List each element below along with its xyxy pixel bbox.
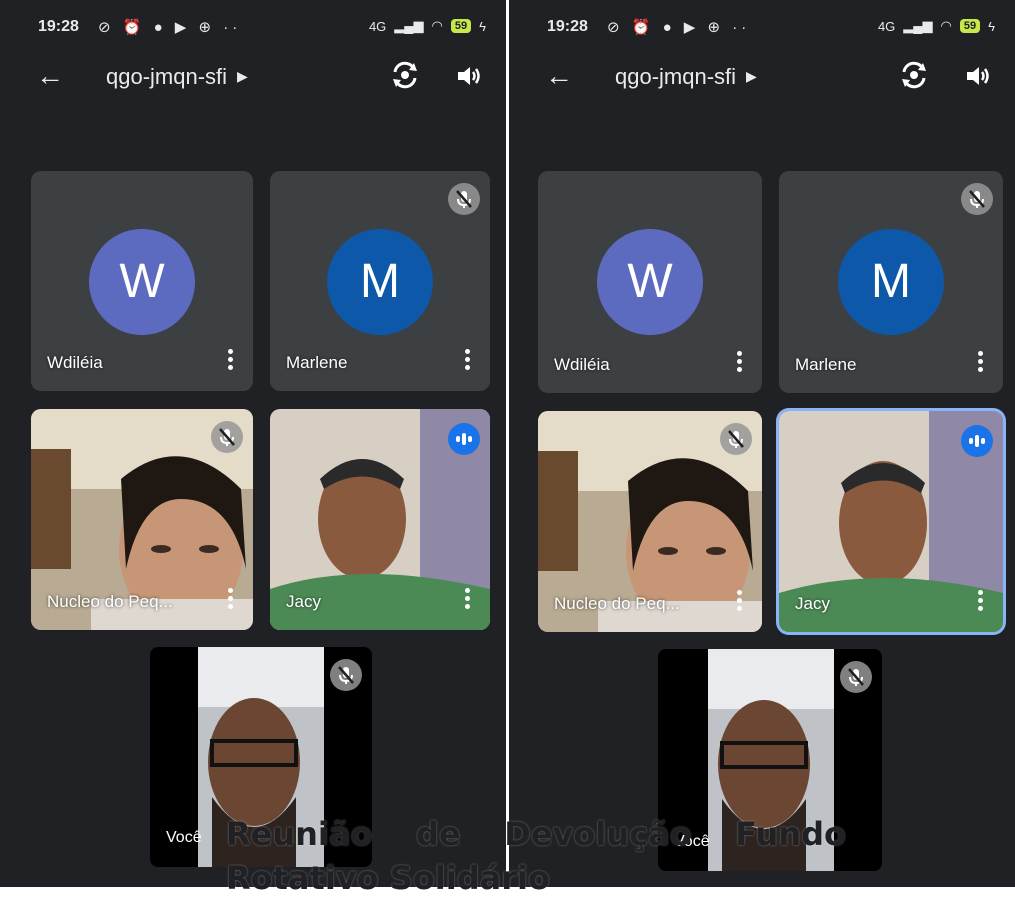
- participant-tile-jacy[interactable]: Jacy: [270, 409, 490, 630]
- participant-tile-nucleo[interactable]: Nucleo do Peq...: [31, 409, 253, 630]
- switch-camera-icon[interactable]: [390, 60, 420, 90]
- switch-camera-icon[interactable]: [899, 60, 929, 90]
- participant-name: Jacy: [286, 592, 321, 611]
- network-type: 4G: [877, 18, 896, 34]
- avatar: M: [838, 229, 944, 335]
- participant-name: Marlene: [286, 353, 348, 372]
- mic-off-icon: [720, 423, 752, 455]
- speaking-indicator-icon: [448, 423, 480, 455]
- avatar: W: [89, 229, 195, 335]
- status-right: 4G ▂▄▆ ◠ 59 ϟ: [878, 18, 995, 34]
- notification-icons: ⊘ ⏰ ● ▶ ⊕ ··: [98, 19, 242, 36]
- app-bar: ← qgo-jmqn-sfi ▶: [509, 58, 1015, 98]
- participant-name: Nucleo do Peq...: [554, 594, 680, 613]
- participant-tile-marlene[interactable]: M Marlene: [270, 171, 490, 391]
- participant-name: Marlene: [795, 355, 857, 374]
- meet-screen-left: 19:28 ⊘ ⏰ ● ▶ ⊕ ·· 4G ▂▄▆ ◠ 59 ϟ ← qgo-j…: [0, 0, 506, 887]
- caret-right-icon: ▶: [746, 68, 757, 84]
- status-bar: 19:28 ⊘ ⏰ ● ▶ ⊕ ·· 4G ▂▄▆ ◠ 59 ϟ: [0, 16, 506, 42]
- participant-tile-jacy[interactable]: Jacy: [779, 411, 1003, 632]
- meeting-title[interactable]: qgo-jmqn-sfi ▶: [615, 64, 757, 90]
- avatar: M: [327, 229, 433, 335]
- charging-icon: ϟ: [988, 18, 995, 34]
- mic-off-icon: [448, 183, 480, 215]
- mic-off-icon: [840, 661, 872, 693]
- wifi-icon: ◠: [431, 18, 443, 33]
- participant-tile-nucleo[interactable]: Nucleo do Peq...: [538, 411, 762, 632]
- speaker-icon[interactable]: [965, 64, 991, 88]
- more-options-icon[interactable]: [736, 351, 742, 373]
- back-arrow-icon[interactable]: ←: [545, 62, 573, 90]
- battery-icon: 59: [959, 19, 981, 33]
- mic-off-icon: [330, 659, 362, 691]
- charging-icon: ϟ: [479, 18, 486, 34]
- mic-off-icon: [961, 183, 993, 215]
- status-time: 19:28: [547, 18, 588, 35]
- participant-tile-marlene[interactable]: M Marlene: [779, 171, 1003, 393]
- participant-name: Wdiléia: [554, 355, 610, 374]
- wifi-icon: ◠: [940, 18, 952, 33]
- more-options-icon[interactable]: [977, 590, 983, 612]
- participant-tile-wdileia[interactable]: W Wdiléia: [538, 171, 762, 393]
- signal-icon: ▂▄▆: [903, 18, 933, 33]
- more-options-icon[interactable]: [977, 351, 983, 373]
- battery-icon: 59: [450, 19, 472, 33]
- speaking-indicator-icon: [961, 425, 993, 457]
- status-right: 4G ▂▄▆ ◠ 59 ϟ: [369, 18, 486, 34]
- more-options-icon[interactable]: [227, 588, 233, 610]
- app-bar: ← qgo-jmqn-sfi ▶: [0, 58, 506, 98]
- participant-name: Wdiléia: [47, 353, 103, 372]
- back-arrow-icon[interactable]: ←: [36, 62, 64, 90]
- self-label: Você: [166, 829, 202, 846]
- signal-icon: ▂▄▆: [394, 18, 424, 33]
- participant-name: Nucleo do Peq...: [47, 592, 173, 611]
- participant-name: Jacy: [795, 594, 830, 613]
- meeting-title[interactable]: qgo-jmqn-sfi ▶: [106, 64, 248, 90]
- more-options-icon[interactable]: [227, 349, 233, 371]
- caret-right-icon: ▶: [237, 68, 248, 84]
- meet-screen-right: 19:28 ⊘ ⏰ ● ▶ ⊕ ·· 4G ▂▄▆ ◠ 59 ϟ ← qgo-j…: [509, 0, 1015, 887]
- status-bar: 19:28 ⊘ ⏰ ● ▶ ⊕ ·· 4G ▂▄▆ ◠ 59 ϟ: [509, 16, 1015, 42]
- notification-icons: ⊘ ⏰ ● ▶ ⊕ ··: [607, 19, 751, 36]
- status-time: 19:28: [38, 18, 79, 35]
- participant-tile-wdileia[interactable]: W Wdiléia: [31, 171, 253, 391]
- more-options-icon[interactable]: [464, 588, 470, 610]
- network-type: 4G: [368, 18, 387, 34]
- mic-off-icon: [211, 421, 243, 453]
- more-options-icon[interactable]: [464, 349, 470, 371]
- avatar: W: [597, 229, 703, 335]
- more-options-icon[interactable]: [736, 590, 742, 612]
- speaker-icon[interactable]: [456, 64, 482, 88]
